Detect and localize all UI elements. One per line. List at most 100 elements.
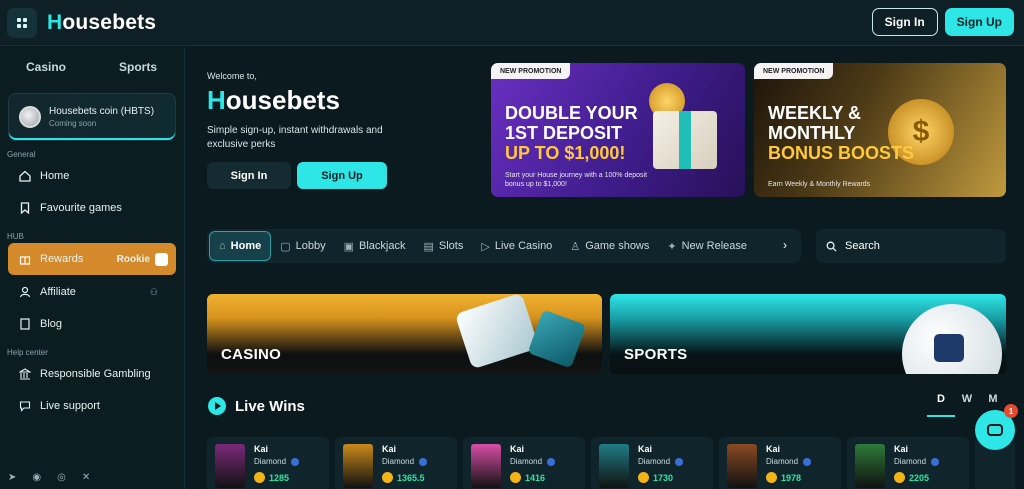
- coin-icon: [766, 472, 777, 483]
- sidebar-item-live-support[interactable]: Live support: [8, 391, 176, 421]
- win-amount: 1978: [766, 472, 801, 483]
- welcome-logo-text: ousebets: [225, 85, 340, 115]
- tab-sports[interactable]: Sports: [92, 60, 184, 74]
- sidebar-item-rewards[interactable]: Rewards Rookie: [8, 243, 176, 275]
- logo-text: ousebets: [62, 10, 157, 34]
- promo-tag: NEW PROMOTION: [754, 63, 834, 79]
- win-card[interactable]: Kai Diamond 1285: [207, 437, 329, 489]
- period-month-tab[interactable]: M: [981, 393, 1005, 405]
- game-thumbnail: [599, 444, 629, 488]
- tab-blackjack[interactable]: ▣ Blackjack: [335, 231, 415, 261]
- win-card[interactable]: Kai Diamond 1730: [591, 437, 713, 489]
- sign-in-button[interactable]: Sign In: [871, 8, 938, 36]
- tab-label: Slots: [438, 240, 464, 252]
- menu-toggle-button[interactable]: [7, 7, 37, 38]
- tab-new-release[interactable]: ✦ New Release: [658, 231, 756, 261]
- sidebar-item-label: Home: [40, 170, 70, 182]
- promo-headline-line: MONTHLY: [768, 123, 856, 143]
- welcome-sign-in-button[interactable]: Sign In: [207, 162, 291, 189]
- tab-game-shows[interactable]: ♙ Game shows: [561, 231, 658, 261]
- instagram-icon[interactable]: ◎: [57, 472, 66, 483]
- section-general: General: [7, 150, 36, 159]
- bank-icon: [18, 367, 32, 381]
- sidebar-item-home[interactable]: Home: [8, 161, 176, 191]
- cards-icon: ▣: [343, 240, 355, 253]
- period-day-tab[interactable]: D: [929, 393, 953, 405]
- housebets-coin-card[interactable]: Housebets coin (HBTS) Coming soon: [8, 93, 176, 141]
- sidebar-item-label: Affiliate: [40, 286, 76, 298]
- chat-icon: [987, 424, 1003, 436]
- playing-card-icon: [454, 294, 540, 370]
- amount-value: 1978: [781, 472, 802, 483]
- diamond-rank-icon: [675, 457, 684, 466]
- bookmark-icon: [18, 201, 32, 215]
- sidebar-item-label: Live support: [40, 400, 100, 412]
- tab-home[interactable]: ⌂ Home: [209, 231, 272, 261]
- winner-name: Kai: [638, 444, 653, 454]
- win-card[interactable]: Kai Diamond 1365.5: [335, 437, 457, 489]
- sports-banner[interactable]: SPORTS: [610, 294, 1006, 374]
- coin-icon: [638, 472, 649, 483]
- winner-rank: Diamond: [766, 457, 812, 466]
- tab-label: Live Casino: [494, 240, 553, 252]
- win-card[interactable]: Kai Diamond 1416: [463, 437, 585, 489]
- soccer-ball-icon: [902, 304, 1002, 374]
- chip-icon: [527, 309, 587, 369]
- win-card[interactable]: Kai Diamond 2205: [847, 437, 969, 489]
- coin-icon: [894, 472, 905, 483]
- winner-name: Kai: [510, 444, 525, 454]
- welcome-sign-up-button[interactable]: Sign Up: [297, 162, 387, 189]
- live-wins-list: Kai Diamond 1285 Kai Diamond 1365.5 Kai …: [207, 437, 1015, 489]
- game-thumbnail: [215, 444, 245, 488]
- tab-live-casino[interactable]: ▷ Live Casino: [472, 231, 561, 261]
- sign-up-button[interactable]: Sign Up: [944, 8, 1014, 36]
- promo-headline-line: 1ST DEPOSIT: [505, 123, 623, 143]
- promo-footer: Earn Weekly & Monthly Rewards: [768, 181, 871, 188]
- winner-name: Kai: [254, 444, 269, 454]
- casino-banner[interactable]: CASINO: [207, 294, 602, 374]
- search-input[interactable]: Search: [816, 229, 1006, 263]
- period-week-tab[interactable]: W: [955, 393, 979, 405]
- new-icon: ✦: [667, 240, 677, 253]
- rank-label: Diamond: [766, 457, 799, 466]
- promo-card-deposit[interactable]: NEW PROMOTION DOUBLE YOUR 1ST DEPOSIT UP…: [491, 63, 745, 197]
- winner-rank: Diamond: [382, 457, 428, 466]
- rookie-label: Rookie: [116, 253, 150, 265]
- sidebar-item-blog[interactable]: Blog: [8, 309, 176, 339]
- discord-icon[interactable]: ◉: [32, 472, 41, 483]
- promo-card-bonus-boosts[interactable]: $ NEW PROMOTION WEEKLY & MONTHLY BONUS B…: [754, 63, 1006, 197]
- banner-label: SPORTS: [624, 346, 688, 363]
- welcome-description: Simple sign-up, instant withdrawals and …: [207, 125, 383, 150]
- live-wins-heading: Live Wins: [208, 397, 305, 415]
- promo-headline-line: UP TO $1,000!: [505, 143, 626, 163]
- top-bar: Housebets Sign In Sign Up: [0, 0, 1024, 46]
- gift-icon: [18, 252, 32, 266]
- active-period-underline: [927, 415, 955, 417]
- winner-name: Kai: [766, 444, 781, 454]
- search-icon: [826, 241, 837, 252]
- sidebar-item-favourites[interactable]: Favourite games: [8, 193, 176, 223]
- chevron-right-icon[interactable]: ›: [783, 238, 787, 252]
- x-icon[interactable]: ✕: [82, 472, 90, 483]
- sidebar-item-affiliate[interactable]: Affiliate ⚇: [8, 277, 176, 307]
- home-icon: [18, 169, 32, 183]
- tab-casino[interactable]: Casino: [0, 60, 92, 74]
- amount-value: 2205: [909, 472, 930, 483]
- win-amount: 1416: [510, 472, 545, 483]
- gift-box-icon: [653, 111, 717, 169]
- game-thumbnail: [855, 444, 885, 488]
- win-card[interactable]: Kai Diamond 1978: [719, 437, 841, 489]
- tab-slots[interactable]: ▤ Slots: [414, 231, 472, 261]
- coin-icon: [510, 472, 521, 483]
- tab-label: Home: [230, 240, 262, 252]
- sidebar-item-responsible-gambling[interactable]: Responsible Gambling: [8, 359, 176, 389]
- game-thumbnail: [471, 444, 501, 488]
- tab-lobby[interactable]: ▢ Lobby: [271, 231, 334, 261]
- winner-rank: Diamond: [254, 457, 300, 466]
- welcome-logo: Housebets: [207, 85, 340, 116]
- diamond-rank-icon: [547, 457, 556, 466]
- logo[interactable]: Housebets: [47, 11, 156, 35]
- telegram-icon[interactable]: ➤: [8, 472, 16, 483]
- rank-label: Diamond: [894, 457, 927, 466]
- amount-value: 1416: [525, 472, 546, 483]
